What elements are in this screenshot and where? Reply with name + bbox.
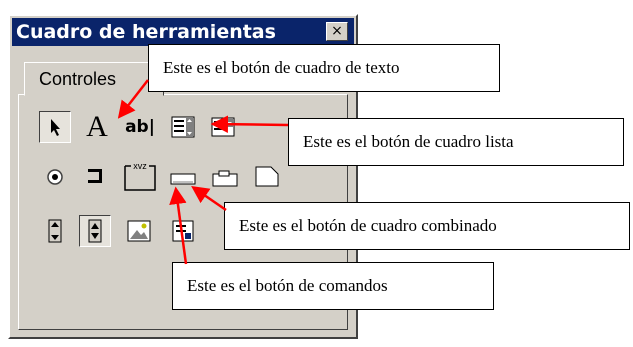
- listbox-tool[interactable]: [167, 111, 199, 143]
- callout-textbox: Este es el botón de cuadro de texto: [148, 44, 500, 92]
- callout-combobox-text: Este es el botón de cuadro combinado: [239, 216, 497, 235]
- svg-text:xvz: xvz: [133, 161, 147, 171]
- tabstrip-tool[interactable]: [209, 161, 241, 193]
- combobox-tool[interactable]: [207, 111, 239, 143]
- frame-tool[interactable]: xvz: [121, 157, 159, 193]
- pointer-icon: [51, 119, 60, 136]
- refedit-icon: [172, 220, 194, 242]
- toggle-icon: [88, 169, 102, 183]
- image-icon: [127, 220, 151, 242]
- refedit-tool[interactable]: [167, 215, 199, 247]
- callout-listbox-text: Este es el botón de cuadro lista: [303, 132, 514, 151]
- spinbutton-icon: [88, 219, 102, 243]
- command-button-icon: [170, 173, 196, 185]
- label-tool[interactable]: A: [79, 109, 115, 145]
- textbox-icon: ab|: [125, 117, 155, 137]
- option-button-tool[interactable]: [39, 161, 71, 193]
- title-bar[interactable]: Cuadro de herramientas ×: [12, 18, 354, 46]
- combobox-icon: [211, 117, 235, 137]
- toggle-button-tool[interactable]: [79, 161, 111, 193]
- tabstrip-icon: [212, 170, 238, 187]
- close-icon: ×: [331, 23, 343, 39]
- radio-icon: [47, 169, 63, 185]
- image-tool[interactable]: [123, 215, 155, 247]
- label-icon: A: [86, 110, 108, 143]
- window-title: Cuadro de herramientas: [16, 21, 276, 43]
- scrollbar-tool[interactable]: [39, 215, 71, 247]
- select-objects-tool[interactable]: [39, 111, 71, 143]
- listbox-icon: [171, 116, 195, 138]
- tab-controles[interactable]: Controles: [24, 62, 164, 96]
- callout-command-text: Este es el botón de comandos: [187, 276, 388, 295]
- tab-label: Controles: [39, 69, 117, 89]
- frame-icon: xvz: [124, 161, 156, 191]
- textbox-tool[interactable]: ab|: [121, 111, 159, 143]
- command-button-tool[interactable]: [167, 161, 199, 193]
- callout-listbox: Este es el botón de cuadro lista: [288, 118, 624, 166]
- callout-textbox-text: Este es el botón de cuadro de texto: [163, 58, 400, 77]
- multipage-tool[interactable]: [251, 159, 283, 191]
- scrollbar-icon: [48, 219, 62, 243]
- callout-combobox: Este es el botón de cuadro combinado: [224, 202, 630, 250]
- multipage-icon: [255, 166, 279, 187]
- callout-command: Este es el botón de comandos: [172, 262, 494, 310]
- close-button[interactable]: ×: [326, 22, 348, 41]
- spinbutton-tool[interactable]: [79, 215, 111, 247]
